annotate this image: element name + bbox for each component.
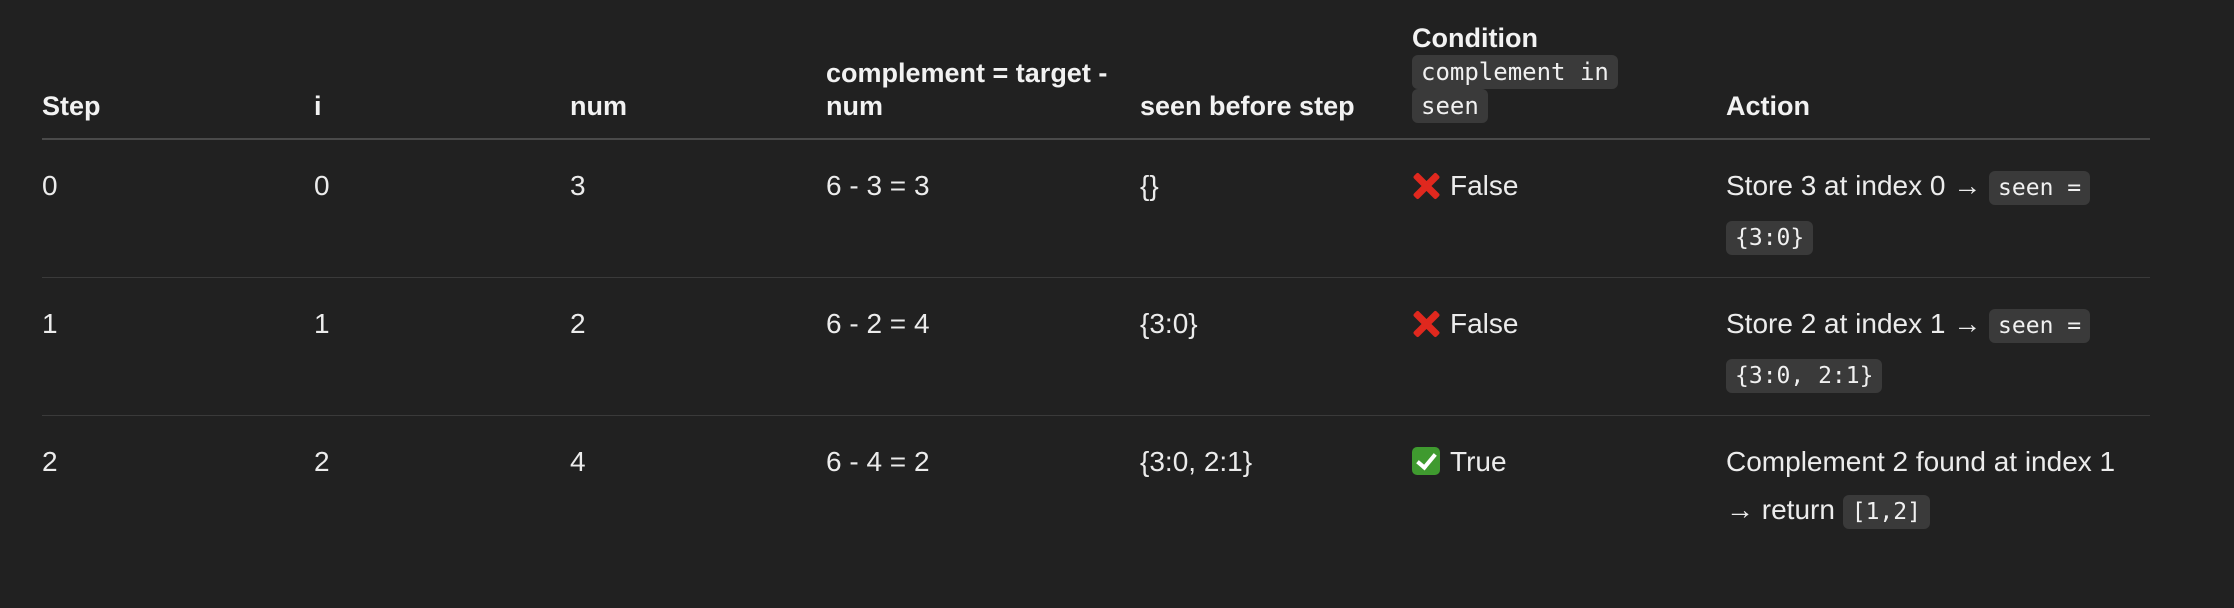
cell-i: 0 — [314, 170, 330, 201]
cell-step: 1 — [42, 308, 58, 339]
cell-complement: 6 - 4 = 2 — [826, 446, 930, 477]
action-code: [1,2] — [1842, 495, 1930, 529]
cell-step: 0 — [42, 170, 58, 201]
condition-text: True — [1450, 446, 1507, 477]
table-row: 1 1 2 6 - 2 = 4 {3:0} False Store 2 at i… — [42, 278, 2150, 416]
check-mark-icon — [1412, 447, 1440, 475]
cell-i: 2 — [314, 446, 330, 477]
cross-mark-icon — [1412, 171, 1440, 199]
trace-table: Step i num complement = target - num see… — [42, 0, 2150, 553]
header-i: i — [314, 91, 322, 121]
cell-condition: True — [1412, 416, 1726, 553]
cell-complement: 6 - 3 = 3 — [826, 170, 930, 201]
header-condition: Condition complement in seen — [1412, 22, 1726, 138]
header-step: Step — [42, 91, 101, 121]
cell-seen-before: {} — [1140, 170, 1159, 201]
cell-num: 4 — [570, 446, 586, 477]
action-text: Store 3 at index 0 → — [1726, 170, 1982, 201]
cell-complement: 6 - 2 = 4 — [826, 308, 930, 339]
table-row: 0 0 3 6 - 3 = 3 {} False Store 3 at inde… — [42, 140, 2150, 278]
action-text: Store 2 at index 1 → — [1726, 308, 1982, 339]
condition-text: False — [1450, 170, 1519, 201]
cell-i: 1 — [314, 308, 330, 339]
header-condition-code: complement in seen — [1412, 55, 1618, 123]
table-row: 2 2 4 6 - 4 = 2 {3:0, 2:1} True Compleme… — [42, 416, 2150, 553]
header-action: Action — [1726, 91, 1810, 121]
header-condition-title: Condition — [1412, 23, 1538, 53]
cell-condition: False — [1412, 278, 1726, 415]
cell-action: Store 3 at index 0 → seen = {3:0} — [1726, 140, 2150, 277]
cell-step: 2 — [42, 446, 58, 477]
cell-seen-before: {3:0, 2:1} — [1140, 446, 1253, 477]
cell-condition: False — [1412, 140, 1726, 277]
table-header-row: Step i num complement = target - num see… — [42, 0, 2150, 140]
cell-num: 2 — [570, 308, 586, 339]
cell-seen-before: {3:0} — [1140, 308, 1198, 339]
condition-text: False — [1450, 308, 1519, 339]
cross-mark-icon — [1412, 309, 1440, 337]
header-num: num — [570, 91, 627, 121]
header-seen-before: seen before step — [1140, 91, 1355, 121]
cell-action: Store 2 at index 1 → seen = {3:0, 2:1} — [1726, 278, 2150, 415]
cell-num: 3 — [570, 170, 586, 201]
header-complement: complement = target - num — [826, 58, 1108, 121]
cell-action: Complement 2 found at index 1 → return [… — [1726, 416, 2150, 553]
